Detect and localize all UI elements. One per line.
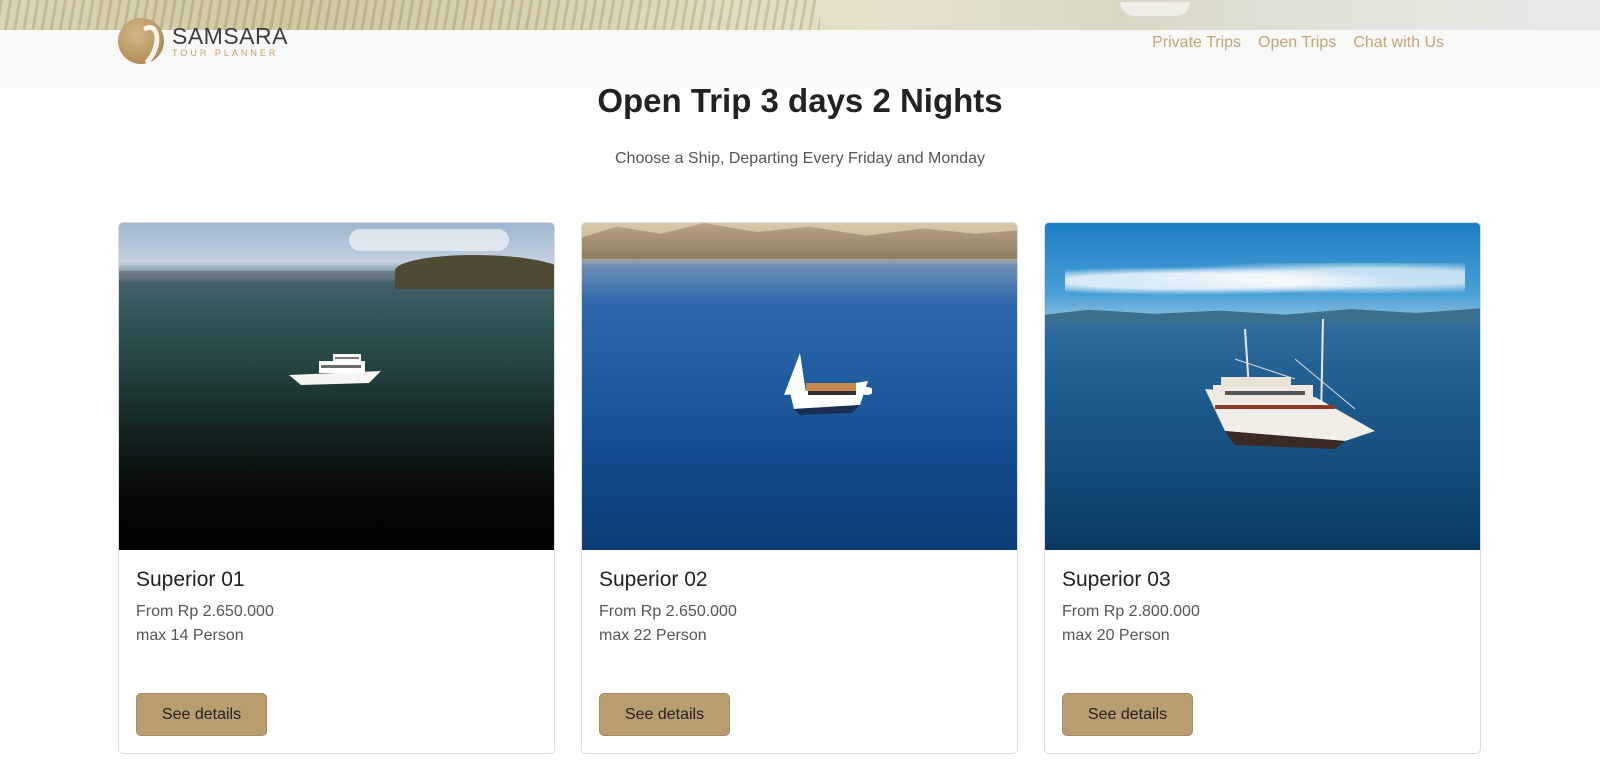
nav-link-open-trips[interactable]: Open Trips	[1258, 34, 1336, 52]
boat-illustration	[1205, 319, 1375, 449]
card-title: Superior 02	[599, 568, 708, 591]
island	[395, 255, 554, 289]
card-title: Superior 03	[1062, 568, 1171, 591]
cloud	[349, 229, 509, 251]
page-subtitle: Choose a Ship, Departing Every Friday an…	[615, 150, 985, 167]
hero-boat	[1120, 2, 1190, 16]
nav-links: Private Trips Open Trips Chat with Us	[1152, 34, 1444, 52]
boat-illustration	[784, 353, 872, 415]
navbar: SAMSARA TOUR PLANNER Private Trips Open …	[0, 18, 1600, 88]
card-price: From Rp 2.650.000	[136, 603, 274, 620]
card-body: Superior 03 From Rp 2.800.000 max 20 Per…	[1045, 550, 1480, 661]
samsara-logo-icon	[118, 18, 164, 64]
card-title: Superior 01	[136, 568, 245, 591]
brand-name: SAMSARA	[172, 22, 288, 49]
card-price: From Rp 2.800.000	[1062, 603, 1200, 620]
see-details-button[interactable]: See details	[136, 693, 267, 736]
card-body: Superior 01 From Rp 2.650.000 max 14 Per…	[119, 550, 554, 661]
brand-text: SAMSARA TOUR PLANNER	[172, 22, 288, 58]
ship-card-superior-03: Superior 03 From Rp 2.800.000 max 20 Per…	[1044, 222, 1481, 754]
card-capacity: max 22 Person	[599, 627, 707, 644]
page-title: Open Trip 3 days 2 Nights	[597, 82, 1003, 119]
see-details-button[interactable]: See details	[1062, 693, 1193, 736]
card-price: From Rp 2.650.000	[599, 603, 737, 620]
brand-logo-link[interactable]: SAMSARA TOUR PLANNER	[118, 18, 288, 64]
boat-illustration	[289, 354, 381, 385]
ship-card-superior-02: Superior 02 From Rp 2.650.000 max 22 Per…	[581, 222, 1018, 754]
hills	[582, 223, 1017, 259]
ship-image	[119, 223, 554, 550]
ship-image	[1045, 223, 1480, 550]
nav-link-private-trips[interactable]: Private Trips	[1152, 34, 1241, 52]
card-capacity: max 20 Person	[1062, 627, 1170, 644]
nav-link-chat-with-us[interactable]: Chat with Us	[1353, 34, 1444, 52]
clouds	[1065, 263, 1465, 299]
brand-tagline: TOUR PLANNER	[172, 47, 279, 58]
ship-card-superior-01: Superior 01 From Rp 2.650.000 max 14 Per…	[118, 222, 555, 754]
card-capacity: max 14 Person	[136, 627, 244, 644]
see-details-button[interactable]: See details	[599, 693, 730, 736]
card-body: Superior 02 From Rp 2.650.000 max 22 Per…	[582, 550, 1017, 661]
ship-image	[582, 223, 1017, 550]
